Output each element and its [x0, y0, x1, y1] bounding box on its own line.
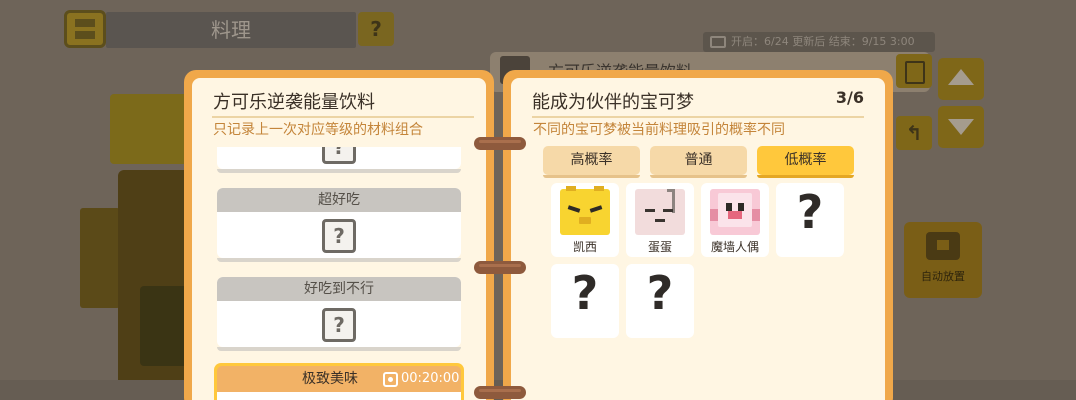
grade-label: 好吃到不行	[217, 277, 461, 301]
grade-card-body	[217, 212, 461, 258]
question-box-icon	[322, 147, 356, 164]
pokemon-card-unknown[interactable]	[776, 183, 844, 257]
abra-icon	[560, 186, 610, 235]
pokemon-name: 蛋蛋	[647, 240, 672, 254]
exeggcute-eye	[645, 209, 655, 212]
abra-eye	[589, 205, 603, 213]
question-box-icon	[322, 308, 356, 342]
book-icon	[710, 36, 726, 48]
recipe-list-icon[interactable]	[896, 54, 932, 88]
mr-mime-hand	[710, 209, 718, 221]
pokemon-card-unknown[interactable]	[551, 264, 619, 338]
exeggcute-icon	[635, 189, 685, 235]
exeggcute-eye	[663, 209, 673, 212]
cooking-pot-logo-icon	[64, 10, 106, 48]
grade-card-shadow	[217, 347, 461, 351]
grade-card-body	[217, 301, 461, 347]
abra-eye	[567, 205, 581, 213]
grade-card-body	[217, 147, 461, 169]
grade-label: 极致美味	[302, 371, 358, 387]
grade-card-shadow	[217, 169, 461, 173]
mr-mime-mouth	[728, 211, 742, 219]
recipe-title: 方可乐逆袭能量饮料	[213, 92, 375, 113]
grade-card[interactable]	[217, 147, 461, 173]
pokemon-card-exeggcute[interactable]: 蛋蛋	[626, 183, 694, 257]
grade-card-ultimate[interactable]: 极致美味 00:20:00	[214, 363, 464, 400]
left-title-divider	[212, 116, 474, 118]
pot-icon	[926, 232, 960, 260]
binder-ring	[474, 137, 526, 150]
abra-ear	[566, 186, 576, 191]
grade-card-super-tasty[interactable]: 超好吃	[217, 188, 461, 262]
tab-high-probability[interactable]: 高概率	[543, 146, 640, 178]
grade-list[interactable]: 超好吃 好吃到不行 极致美味 00:20:00	[210, 147, 472, 400]
right-title-divider	[532, 116, 864, 118]
grade-label: 超好吃	[217, 188, 461, 212]
exeggcute-mouth	[655, 219, 665, 222]
pokemon-section-title: 能成为伙伴的宝可梦	[532, 92, 694, 113]
mr-mime-eye	[726, 203, 732, 211]
help-button[interactable]: ?	[358, 12, 394, 46]
timer-icon	[383, 372, 398, 387]
tab-low-probability[interactable]: 低概率	[757, 146, 854, 178]
back-button[interactable]: ↰	[896, 116, 932, 150]
page-title: 料理	[211, 18, 251, 42]
scroll-up-button[interactable]	[938, 58, 984, 100]
recipe-subtitle: 只记录上一次对应等级的材料组合	[213, 122, 423, 138]
pokemon-name: 凯西	[572, 240, 597, 254]
pokemon-card-unknown[interactable]	[626, 264, 694, 338]
pokemon-count: 3/6	[835, 88, 864, 107]
grade-card-shadow	[217, 258, 461, 262]
grade-card-irresistible[interactable]: 好吃到不行	[217, 277, 461, 351]
pokemon-section-subtitle: 不同的宝可梦被当前料理吸引的概率不同	[533, 122, 785, 138]
abra-ear	[594, 186, 604, 191]
tab-normal[interactable]: 普通	[650, 146, 747, 178]
mr-mime-head	[718, 193, 752, 227]
scroll-down-button[interactable]	[938, 106, 984, 148]
event-info-text: 开启：6/24 更新后 结束：9/15 3:00	[731, 35, 915, 48]
mr-mime-hand	[752, 209, 760, 221]
abra-mouth	[579, 217, 591, 224]
mr-mime-eye	[738, 203, 744, 211]
auto-cook-button[interactable]	[904, 222, 982, 298]
grade-card-body	[217, 392, 461, 400]
pokemon-name: 魔墙人偶	[710, 240, 759, 254]
auto-cook-label: 自动放置	[921, 270, 965, 283]
pot-handle-shape	[80, 208, 120, 308]
pokemon-card-abra[interactable]: 凯西	[551, 183, 619, 257]
event-info-badge: 开启：6/24 更新后 结束：9/15 3:00	[703, 32, 935, 52]
notebook-rings	[474, 0, 526, 400]
binder-ring	[474, 261, 526, 274]
cook-timer: 00:20:00	[401, 371, 460, 386]
binder-ring	[474, 386, 526, 399]
question-box-icon	[322, 219, 356, 253]
mr-mime-icon	[710, 189, 760, 235]
grade-card-ultimate-header: 极致美味 00:20:00	[217, 366, 461, 392]
pokemon-card-mr-mime[interactable]: 魔墙人偶	[701, 183, 769, 257]
